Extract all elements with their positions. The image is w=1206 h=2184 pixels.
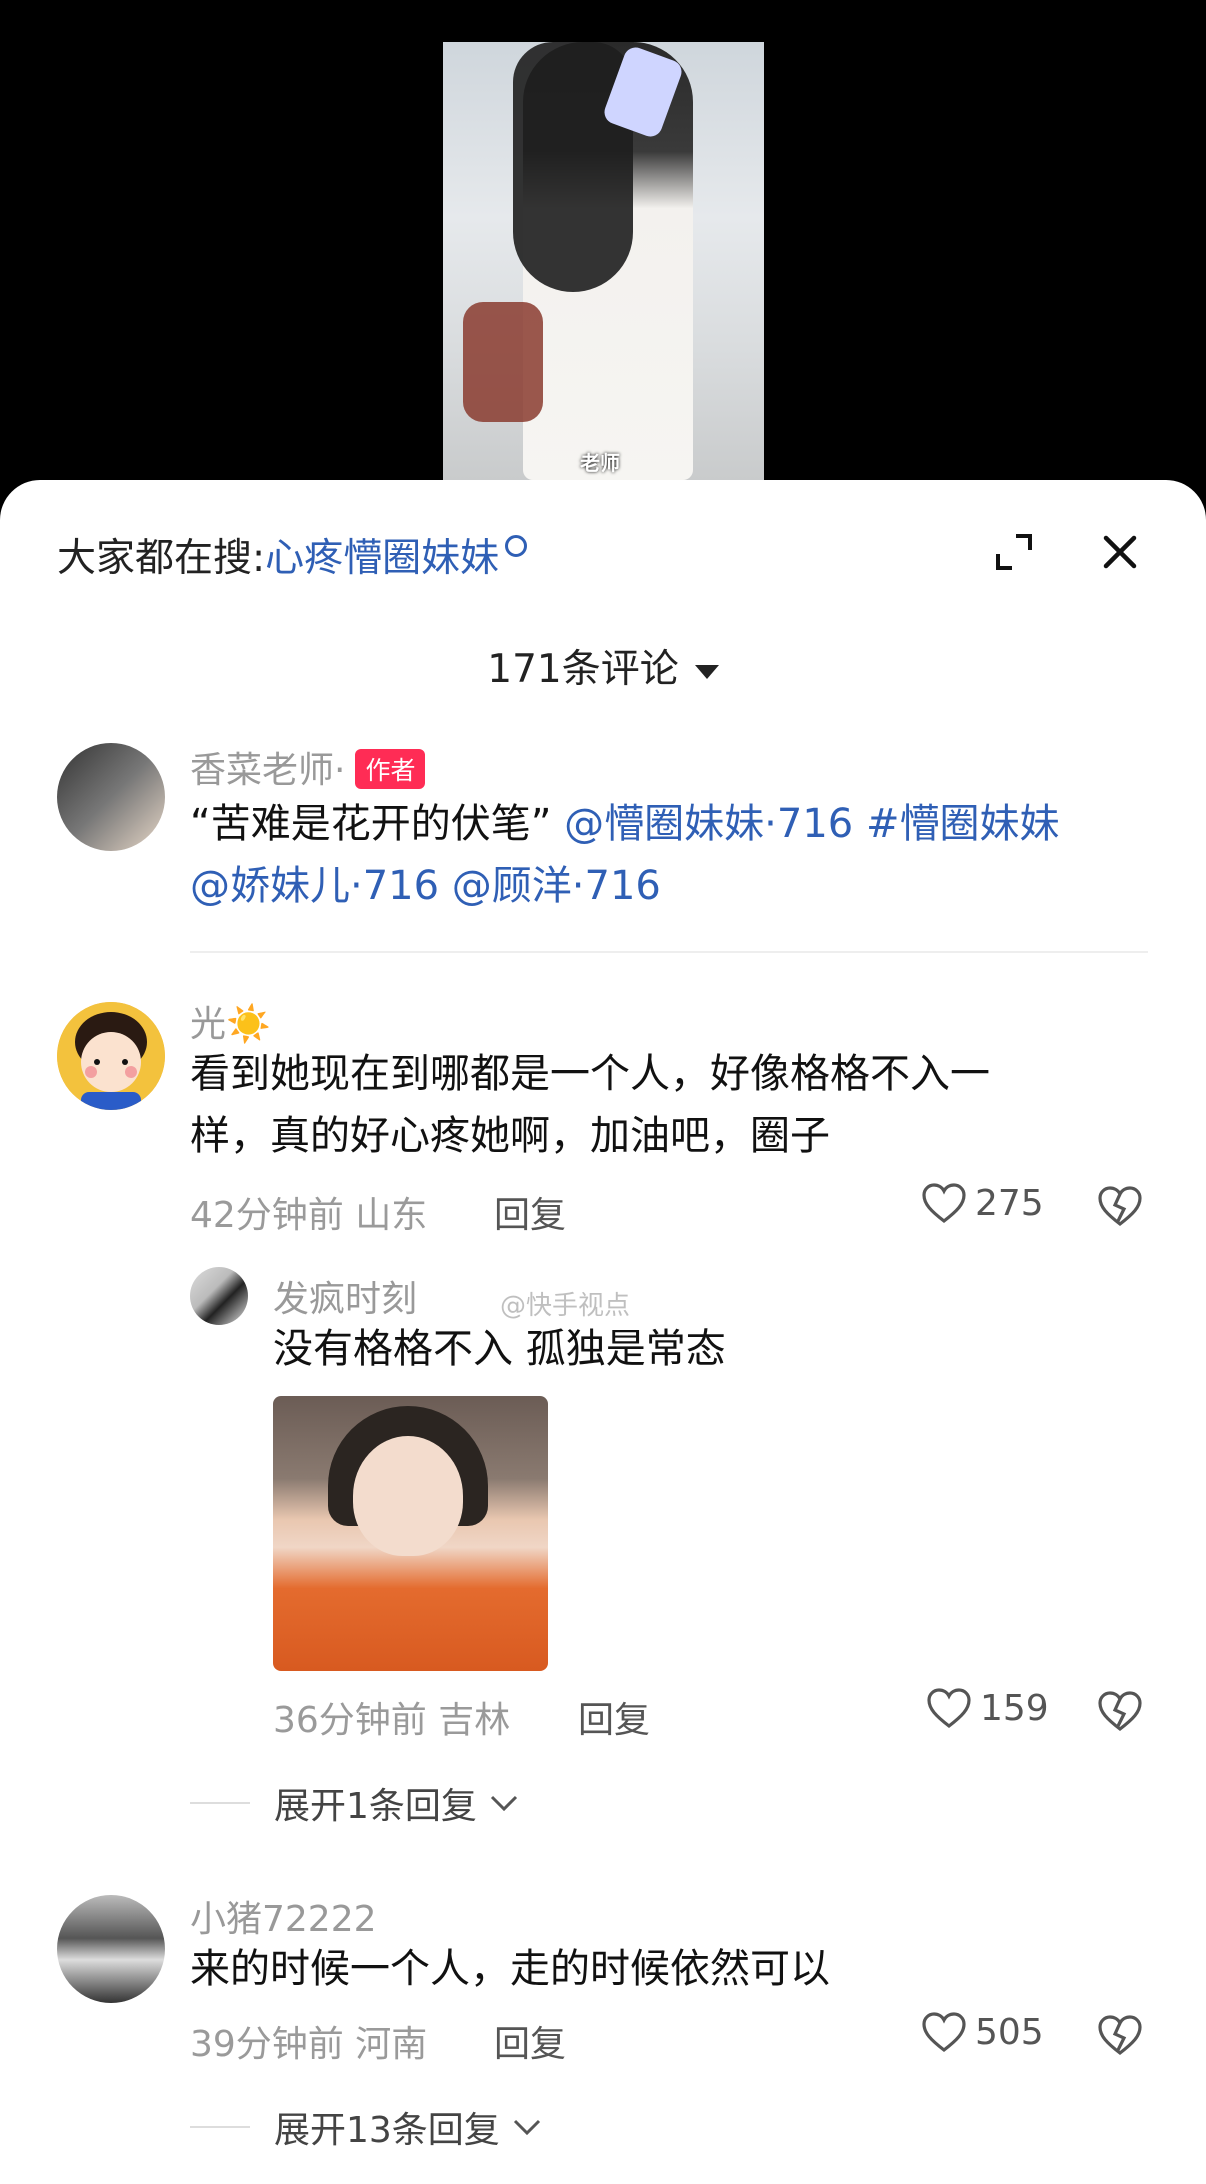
heart-icon — [927, 1688, 971, 1729]
divider — [190, 1802, 250, 1804]
comment-count[interactable]: 171条评论 — [0, 638, 1206, 694]
video-thumbnail[interactable] — [443, 42, 764, 480]
video-bag — [463, 302, 543, 422]
comment-text: 来的时候一个人，走的时候依然可以 — [190, 1946, 830, 1992]
like-button[interactable]: 159 — [926, 1687, 1049, 1729]
expand-replies-button[interactable]: 展开1条回复 — [190, 1777, 519, 1829]
reply-button[interactable]: 回复 — [578, 1691, 650, 1743]
heart-icon — [922, 2012, 966, 2053]
search-prefix: 大家都在搜: — [57, 536, 266, 581]
expand-replies-button[interactable]: 展开13条回复 — [190, 2101, 542, 2153]
comment-author[interactable]: 光☀️ — [190, 995, 271, 1047]
expand-icon[interactable] — [994, 532, 1034, 572]
comments-sheet: 大家都在搜:心疼懵圈妹妹 171条评论 香菜老师· 作者 “苦难是花开的伏笔” @… — [0, 480, 1206, 2184]
heart-icon — [922, 1183, 966, 1224]
dislike-icon[interactable] — [1097, 1690, 1143, 1732]
search-query-link[interactable]: 心疼懵圈妹妹 — [265, 536, 499, 581]
avatar[interactable] — [190, 1267, 248, 1325]
like-button[interactable]: 275 — [921, 1182, 1044, 1224]
search-suggestion[interactable]: 大家都在搜:心疼懵圈妹妹 — [57, 527, 528, 583]
comment-meta: 39分钟前 河南 — [190, 2024, 428, 2065]
author-badge: 作者 — [355, 749, 426, 789]
chevron-down-icon — [513, 2119, 540, 2136]
mention-links[interactable]: @懵圈妹妹·716 #懵圈妹妹 — [564, 801, 1059, 847]
dislike-icon[interactable] — [1097, 1185, 1143, 1227]
like-button[interactable]: 505 — [921, 2011, 1044, 2053]
dropdown-arrow-icon — [694, 664, 719, 679]
avatar[interactable] — [57, 743, 165, 851]
comment-text: 看到她现在到哪都是一个人，好像格格不入一 样，真的好心疼她啊，加油吧，圈子 — [190, 1051, 990, 1159]
video-caption: 老师 — [580, 451, 620, 475]
search-icon — [505, 535, 528, 557]
reply-button[interactable]: 回复 — [494, 1186, 566, 1238]
comment-meta: 42分钟前 山东 — [190, 1195, 428, 1236]
comment-author[interactable]: 香菜老师· 作者 — [190, 741, 426, 793]
dislike-icon[interactable] — [1097, 2014, 1143, 2056]
close-icon[interactable] — [1100, 532, 1140, 572]
reply-sticker-image[interactable] — [273, 1396, 548, 1671]
comment-author[interactable]: 小猪72222 — [190, 1890, 377, 1942]
divider — [190, 2126, 250, 2128]
video-player[interactable]: 老师 — [0, 0, 1206, 520]
mention-links[interactable]: @娇妹儿·716 @顾洋·716 — [190, 863, 661, 909]
reply-meta: 36分钟前 吉林 — [273, 1700, 511, 1741]
avatar[interactable] — [57, 1002, 165, 1110]
chevron-down-icon — [490, 1795, 517, 1812]
reply-text: 没有格格不入 孤独是常态 — [273, 1326, 726, 1372]
comment-text: “苦难是花开的伏笔” @懵圈妹妹·716 #懵圈妹妹 @娇妹儿·716 @顾洋·… — [190, 801, 1060, 909]
divider — [190, 951, 1148, 953]
avatar[interactable] — [57, 1895, 165, 2003]
reply-author[interactable]: 发疯时刻 — [273, 1270, 417, 1322]
watermark: @快手视点 — [500, 1291, 631, 1321]
reply-button[interactable]: 回复 — [494, 2015, 566, 2067]
